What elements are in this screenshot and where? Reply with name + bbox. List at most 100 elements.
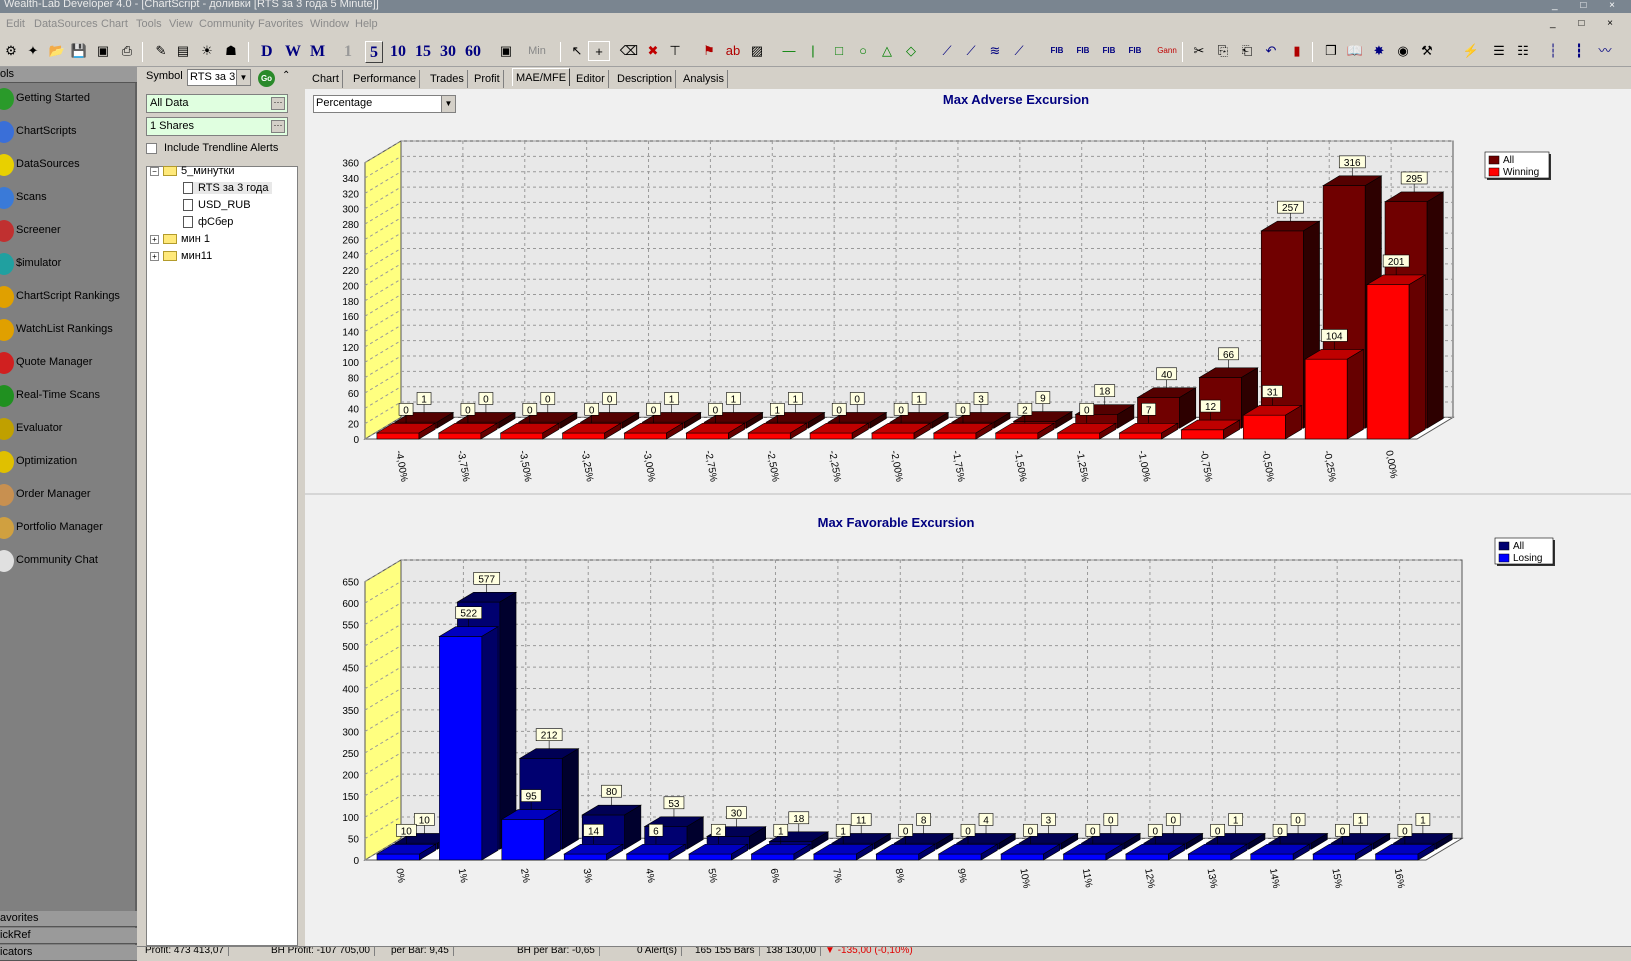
fib-retrace-icon[interactable]: FIB (1046, 41, 1068, 61)
triangle-icon[interactable]: △ (876, 41, 898, 61)
tab-performance[interactable]: Performance (350, 70, 420, 88)
tool-realtime-scans[interactable]: Real-Time Scans (0, 381, 135, 411)
tool-simulator[interactable]: $imulator (0, 249, 135, 279)
rectangle-icon[interactable]: □ (828, 41, 850, 61)
tree-item-rts[interactable]: RTS за 3 года (183, 182, 273, 195)
menu-favorites[interactable]: Favorites (258, 18, 303, 30)
tab-profit[interactable]: Profit (471, 70, 504, 88)
menu-tools[interactable]: Tools (136, 18, 162, 30)
fib-fan-icon[interactable]: FIB (1072, 41, 1094, 61)
period-m-button[interactable]: M (310, 41, 325, 63)
go-button[interactable]: Go (258, 70, 275, 87)
bar-chart-icon[interactable]: ┆ (1542, 41, 1564, 61)
menu-window[interactable]: Window (310, 18, 349, 30)
grid-view-icon[interactable]: ☷ (1512, 41, 1534, 61)
fan-icon[interactable]: ⟋ (1008, 41, 1030, 61)
tool-datasources[interactable]: DataSources (0, 150, 135, 180)
image-icon[interactable]: ▨ (746, 41, 768, 61)
circle-icon[interactable]: ○ (852, 41, 874, 61)
indicators-section[interactable]: icators (0, 945, 137, 961)
tab-description[interactable]: Description (614, 70, 677, 88)
data-range-ellipsis-button[interactable]: ··· (271, 97, 285, 110)
custom-period-icon[interactable]: ▣ (495, 41, 517, 61)
list-icon[interactable]: ▤ (172, 41, 194, 61)
data-range-field[interactable]: All Data ··· (146, 94, 288, 113)
period-60-button[interactable]: 60 (465, 41, 481, 63)
diamond-icon[interactable]: ◇ (900, 41, 922, 61)
period-5-button[interactable]: 5 (365, 41, 383, 63)
hline-icon[interactable]: — (778, 41, 800, 61)
lightning-icon[interactable]: ⚡ (1460, 41, 1482, 61)
quickref-section[interactable]: ickRef (0, 928, 137, 944)
tool-scans[interactable]: Scans (0, 183, 135, 213)
period-w-button[interactable]: W (285, 41, 301, 63)
tab-editor[interactable]: Editor (573, 70, 609, 88)
tool-chartscripts[interactable]: ChartScripts (0, 117, 135, 147)
clear-icon[interactable]: ▮ (1286, 41, 1308, 61)
fib-time-icon[interactable]: FIB (1124, 41, 1146, 61)
save-icon[interactable]: 💾 (68, 41, 90, 61)
tab-trades[interactable]: Trades (427, 70, 468, 88)
tool-optimization[interactable]: Optimization (0, 447, 135, 477)
period-1-button[interactable]: 1 (344, 41, 352, 63)
regression-icon[interactable]: ⟋ (960, 41, 982, 61)
gann-icon[interactable]: Gann (1156, 41, 1178, 61)
chat-icon[interactable]: ◉ (1392, 41, 1414, 61)
tree-item-usdrub[interactable]: USD_RUB (183, 199, 251, 212)
delete-icon[interactable]: ✖ (642, 41, 664, 61)
run-icon[interactable]: ☗ (220, 41, 242, 61)
mdi-controls[interactable]: _ □ × (1550, 18, 1623, 29)
collapse-icon[interactable]: − (150, 166, 159, 176)
menu-view[interactable]: View (169, 18, 193, 30)
paste-icon[interactable]: ⎗ (1236, 41, 1258, 61)
period-15-button[interactable]: 15 (415, 41, 431, 63)
collapse-icon[interactable]: ⌃ (282, 70, 290, 81)
flag-icon[interactable]: ⚑ (698, 41, 720, 61)
tool-quote-manager[interactable]: Quote Manager (0, 348, 135, 378)
tree-folder-min11[interactable]: + мин11 (150, 250, 212, 262)
position-size-ellipsis-button[interactable]: ··· (271, 120, 285, 133)
vline-icon[interactable]: | (802, 41, 824, 61)
candle-icon[interactable]: ┇ (1568, 41, 1590, 61)
period-10-button[interactable]: 10 (390, 41, 406, 63)
toolbar-icon[interactable]: ⚙ (0, 41, 22, 61)
tree-item-fsber[interactable]: фСбер (183, 216, 233, 229)
edit-icon[interactable]: ✎ (150, 41, 172, 61)
tool-screener[interactable]: Screener (0, 216, 135, 246)
help-book-icon[interactable]: 📖 (1344, 41, 1366, 61)
window-controls[interactable]: _ □ × (1552, 0, 1625, 11)
book-icon[interactable]: ❒ (1320, 41, 1342, 61)
expand-icon[interactable]: + (150, 234, 159, 244)
period-30-button[interactable]: 30 (440, 41, 456, 63)
toolbar-icon[interactable]: ✦ (22, 41, 44, 61)
pointer-icon[interactable]: ↖ (566, 41, 588, 61)
favorites-section[interactable]: avorites (0, 911, 137, 927)
settings-icon[interactable]: ⚒ (1416, 41, 1438, 61)
tool-rankings[interactable]: ChartScript Rankings (0, 282, 135, 312)
min-dropdown[interactable]: Min (519, 41, 555, 61)
tool-getting-started[interactable]: Getting Started (0, 84, 135, 114)
view-mode-combo[interactable]: Percentage ▼ (313, 95, 456, 113)
tool-order-manager[interactable]: Order Manager (0, 480, 135, 510)
menu-chart[interactable]: Chart (101, 18, 128, 30)
tab-mae-mfe[interactable]: MAE/MFE (512, 68, 571, 86)
trendline-alerts-checkbox[interactable] (146, 143, 157, 154)
tool-watchlist-rankings[interactable]: WatchList Rankings (0, 315, 135, 345)
tree-folder-min1[interactable]: + мин 1 (150, 233, 210, 245)
tab-chart[interactable]: Chart (309, 70, 343, 88)
line-chart-icon[interactable]: 〰 (1594, 41, 1616, 61)
list-view-icon[interactable]: ☰ (1488, 41, 1510, 61)
undo-icon[interactable]: ↶ (1260, 41, 1282, 61)
tab-analysis[interactable]: Analysis (680, 70, 728, 88)
tool-evaluator[interactable]: Evaluator (0, 414, 135, 444)
chevron-down-icon[interactable]: ▼ (236, 70, 250, 85)
menu-help[interactable]: Help (355, 18, 378, 30)
period-d-button[interactable]: D (261, 41, 273, 63)
tool-community-chat[interactable]: Community Chat (0, 546, 135, 576)
text-icon[interactable]: ab (722, 41, 744, 61)
menu-edit[interactable]: Edit (6, 18, 25, 30)
position-size-field[interactable]: 1 Shares ··· (146, 117, 288, 136)
tree-folder-5min[interactable]: − 5_минутки (150, 165, 235, 177)
chevron-down-icon[interactable]: ▼ (441, 96, 455, 112)
open-icon[interactable]: 📂 (46, 41, 68, 61)
